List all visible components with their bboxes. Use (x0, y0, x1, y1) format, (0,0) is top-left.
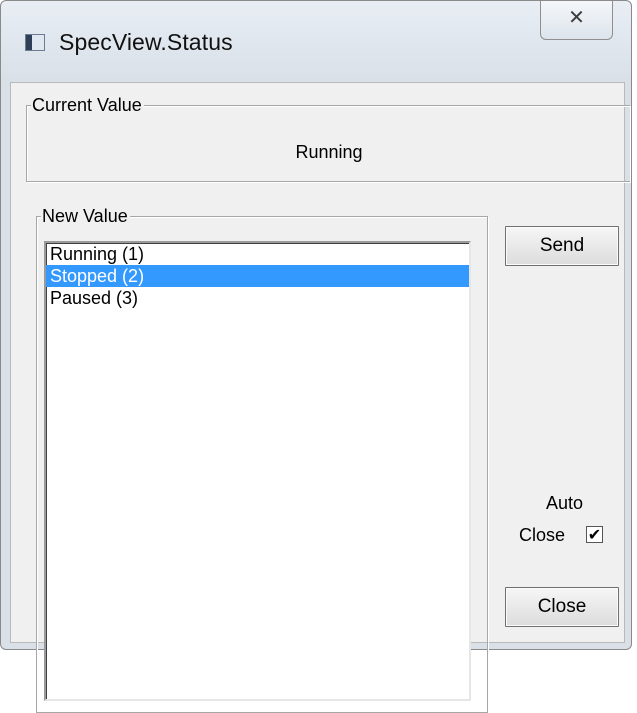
close-icon: ✕ (568, 7, 585, 29)
close-window-button[interactable]: ✕ (540, 1, 613, 40)
new-value-legend: New Value (41, 205, 130, 227)
close-button[interactable]: Close (505, 587, 619, 627)
window-title: SpecView.Status (59, 29, 233, 55)
new-value-group: New Value Running (1) Stopped (2) Paused… (36, 205, 488, 713)
checkmark-icon: ✔ (587, 525, 602, 544)
auto-close-checkbox[interactable]: ✔ (586, 526, 603, 543)
list-item-running[interactable]: Running (1) (46, 243, 469, 265)
auto-close-label-line1: Auto (546, 493, 584, 513)
current-value-legend: Current Value (31, 94, 144, 116)
list-item-paused[interactable]: Paused (3) (46, 287, 469, 309)
list-item-stopped[interactable]: Stopped (2) (46, 265, 469, 287)
current-value-group: Current Value Running (26, 94, 630, 182)
current-value-text: Running (295, 142, 363, 162)
dialog-body: Current Value Running New Value Running … (10, 82, 630, 713)
new-value-listbox[interactable]: Running (1) Stopped (2) Paused (3) (44, 241, 471, 701)
dialog-window: SpecView.Status ✕ Current Value Running … (0, 0, 632, 713)
title-bar[interactable]: SpecView.Status ✕ (1, 1, 631, 83)
send-button[interactable]: Send (505, 226, 619, 266)
app-window-icon (25, 34, 45, 51)
auto-close-label-line2: Close (519, 525, 566, 545)
